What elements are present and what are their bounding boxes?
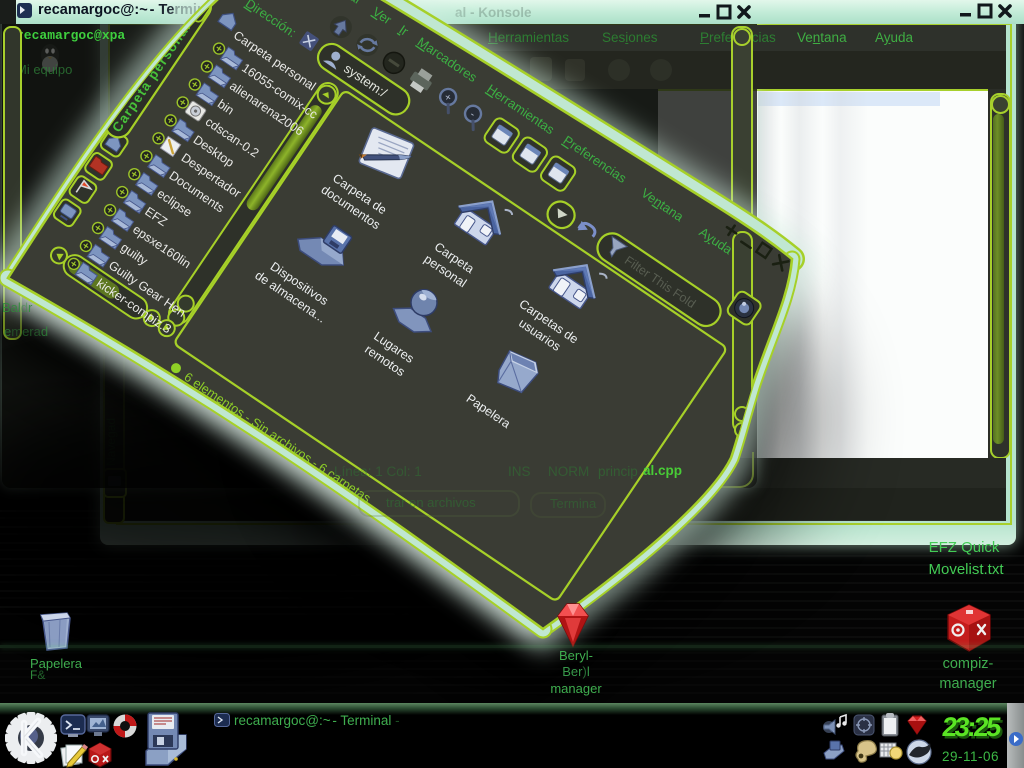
- svg-text:23:25: 23:25: [941, 711, 1003, 742]
